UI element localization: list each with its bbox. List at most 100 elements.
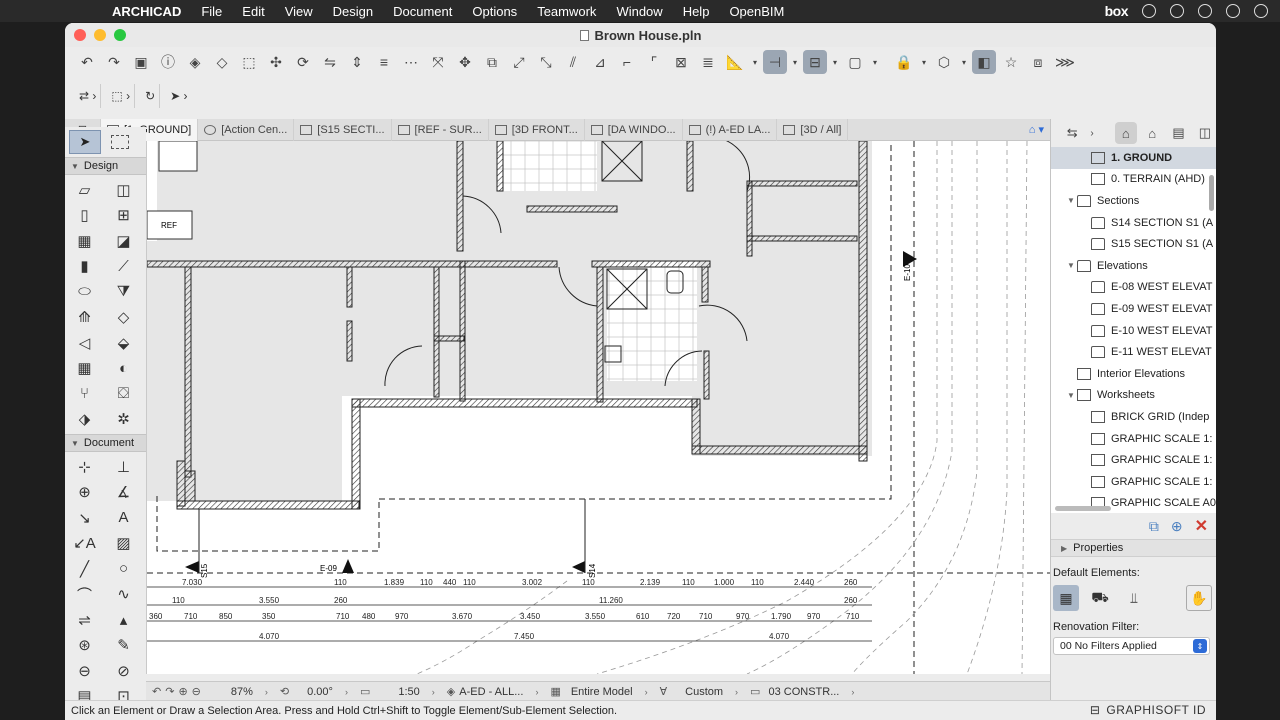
tree-item-graphic-scale-1[interactable]: GRAPHIC SCALE 1: bbox=[1051, 428, 1216, 450]
menu-teamwork[interactable]: Teamwork bbox=[537, 4, 596, 19]
radial-dimension-tool-icon[interactable]: ⊕ bbox=[65, 480, 104, 506]
lock-dropdown-icon[interactable]: ▾ bbox=[919, 50, 929, 74]
shell-tool-icon[interactable]: ◇ bbox=[104, 305, 143, 331]
tree-item-e11[interactable]: E-11 WEST ELEVAT bbox=[1051, 341, 1216, 363]
fill-tool-icon[interactable]: ⬗ bbox=[65, 407, 104, 433]
curtain-wall-tool-icon[interactable]: ▦ bbox=[65, 228, 104, 254]
navigator-sync-icon[interactable]: ⇆ bbox=[1061, 122, 1083, 144]
window-tool-icon[interactable]: ⊞ bbox=[104, 203, 143, 229]
expand-icon[interactable]: ▼ bbox=[1065, 196, 1077, 205]
menu-design[interactable]: Design bbox=[333, 4, 373, 19]
dimension-tool-icon[interactable]: ⊹ bbox=[65, 454, 104, 480]
layout-book-icon[interactable]: ▤ bbox=[1167, 122, 1189, 144]
menu-view[interactable]: View bbox=[285, 4, 313, 19]
beam-tool-icon[interactable]: ⟋ bbox=[104, 254, 143, 280]
door-tool-icon[interactable]: ◫ bbox=[104, 177, 143, 203]
3d-dropdown-icon[interactable]: ▾ bbox=[959, 50, 969, 74]
delete-icon[interactable]: ✕ bbox=[1195, 516, 1208, 536]
chair-tool-icon[interactable]: ⑂ bbox=[65, 381, 104, 407]
column-tool-icon[interactable]: ▯ bbox=[65, 203, 104, 229]
gravity-dropdown-icon[interactable]: ▾ bbox=[830, 50, 840, 74]
stretch-icon[interactable]: ⤢ bbox=[507, 50, 531, 74]
measure-dropdown-icon[interactable]: ▾ bbox=[750, 50, 760, 74]
resize-icon[interactable]: ⤡ bbox=[534, 50, 558, 74]
floor-plan-canvas[interactable]: REF E-10 E-09 S15 S14 7.030 110 1.839 11… bbox=[146, 141, 1050, 674]
mesh-tool-icon[interactable]: ◁ bbox=[65, 330, 104, 356]
tree-item-brick-grid[interactable]: BRICK GRID (Indep bbox=[1051, 406, 1216, 428]
tree-item-graphic-scale-2[interactable]: GRAPHIC SCALE 1: bbox=[1051, 449, 1216, 471]
section-tool-icon[interactable]: ⊖ bbox=[65, 658, 104, 684]
navigate-forward-icon[interactable]: ↷ bbox=[165, 685, 174, 698]
tree-item-graphic-scale-3[interactable]: GRAPHIC SCALE 1: bbox=[1051, 471, 1216, 493]
tab-3d-all[interactable]: [3D / All] bbox=[777, 118, 849, 141]
snap-guides-icon[interactable]: ⊣ bbox=[763, 50, 787, 74]
tab-ref-survey[interactable]: [REF - SUR... bbox=[392, 118, 489, 141]
railing-tool-icon[interactable]: ⛋ bbox=[104, 381, 143, 407]
menu-window[interactable]: Window bbox=[616, 4, 662, 19]
navigate-back-icon[interactable]: ↶ bbox=[152, 685, 161, 698]
tab-da-window[interactable]: [DA WINDO... bbox=[585, 118, 683, 141]
tree-item-s14[interactable]: S14 SECTION S1 (A bbox=[1051, 212, 1216, 234]
menu-help[interactable]: Help bbox=[683, 4, 710, 19]
multiply-icon[interactable]: ⧉ bbox=[480, 50, 504, 74]
graphic-override-field[interactable]: ▭ 03 CONSTR... › bbox=[744, 682, 860, 702]
tree-item-interior-elevations[interactable]: Interior Elevations bbox=[1051, 363, 1216, 385]
chevron-right-icon[interactable]: › bbox=[1087, 122, 1096, 144]
element-settings-icon[interactable]: ✋ bbox=[1186, 585, 1212, 611]
fillet-icon[interactable]: ⌜ bbox=[642, 50, 666, 74]
menu-file[interactable]: File bbox=[201, 4, 222, 19]
mirror-icon[interactable]: ⇋ bbox=[318, 50, 342, 74]
expand-icon[interactable]: ▼ bbox=[1065, 391, 1077, 400]
time-machine-icon[interactable] bbox=[1170, 4, 1184, 18]
polyline-tool-icon[interactable]: ⌒ bbox=[65, 582, 104, 608]
info-icon[interactable]: ⓘ bbox=[156, 50, 180, 74]
graphisoft-id[interactable]: ⊟ GRAPHISOFT ID bbox=[1090, 703, 1206, 717]
suspend-groups-icon[interactable]: ⬚ bbox=[237, 50, 261, 74]
project-map-icon[interactable]: ⌂ bbox=[1114, 122, 1137, 144]
tab-a-ed-layout[interactable]: (!) A-ED LA... bbox=[683, 118, 778, 141]
app-menu[interactable]: ARCHICAD bbox=[112, 4, 181, 19]
control-center-icon[interactable] bbox=[1226, 4, 1240, 18]
arrow-selection-icon[interactable]: ⇄ › bbox=[75, 84, 102, 108]
objects-default-icon[interactable]: ⛟ bbox=[1087, 585, 1113, 611]
stair-tool-icon[interactable]: ⧩ bbox=[104, 279, 143, 305]
favorites-icon[interactable]: ☆ bbox=[999, 50, 1023, 74]
menu-openbim[interactable]: OpenBIM bbox=[729, 4, 784, 19]
snap-dropdown-icon[interactable]: ▾ bbox=[790, 50, 800, 74]
tree-item-elevations[interactable]: ▼ Elevations bbox=[1051, 255, 1216, 277]
ungroup-icon[interactable]: ◇ bbox=[210, 50, 234, 74]
intersect-icon[interactable]: ⌐ bbox=[615, 50, 639, 74]
tab-action-center[interactable]: [Action Cen... bbox=[198, 118, 295, 141]
publish-icon[interactable]: ⧈ bbox=[1026, 50, 1050, 74]
document-section-header[interactable]: ▼ Document bbox=[65, 434, 146, 452]
beam-column-tool-icon[interactable]: ▮ bbox=[65, 254, 104, 280]
redo-icon[interactable]: ↷ bbox=[102, 50, 126, 74]
fill-hatch-tool-icon[interactable]: ▨ bbox=[104, 531, 143, 557]
zoom-field[interactable]: 87% › bbox=[207, 682, 274, 702]
box-logo[interactable]: box bbox=[1105, 3, 1129, 19]
tab-navigator-icon[interactable]: ⌂ ▾ bbox=[1023, 119, 1050, 141]
elevate-icon[interactable]: ⇕ bbox=[345, 50, 369, 74]
figure-tool-icon[interactable]: ▴ bbox=[104, 607, 143, 633]
design-section-header[interactable]: ▼ Design bbox=[65, 157, 146, 175]
slab-tool-icon[interactable]: ⬭ bbox=[65, 279, 104, 305]
undo-icon[interactable]: ↶ bbox=[75, 50, 99, 74]
angle-dimension-tool-icon[interactable]: ∡ bbox=[104, 480, 143, 506]
tree-item-e08[interactable]: E-08 WEST ELEVAT bbox=[1051, 277, 1216, 299]
view-settings-icon[interactable]: ⧉ bbox=[1149, 518, 1159, 535]
move-sub-icon[interactable]: ✥ bbox=[453, 50, 477, 74]
user-icon[interactable] bbox=[1198, 4, 1212, 18]
menu-options[interactable]: Options bbox=[472, 4, 517, 19]
tree-item-ground[interactable]: 1. GROUND bbox=[1051, 147, 1216, 169]
view-dropdown-icon[interactable]: ▾ bbox=[870, 50, 880, 74]
tree-item-e10[interactable]: E-10 WEST ELEVAT bbox=[1051, 320, 1216, 342]
new-view-icon[interactable]: ⊕ bbox=[1171, 518, 1183, 535]
group-icon[interactable]: ◈ bbox=[183, 50, 207, 74]
tab-s15-section[interactable]: [S15 SECTI... bbox=[294, 118, 392, 141]
expand-icon[interactable]: ▼ bbox=[1065, 261, 1077, 270]
menu-edit[interactable]: Edit bbox=[242, 4, 264, 19]
sync-icon[interactable] bbox=[1142, 4, 1156, 18]
offset-icon[interactable]: ⤧ bbox=[426, 50, 450, 74]
scale-field[interactable]: ▭ 1:50 › bbox=[354, 682, 441, 702]
tree-item-sections[interactable]: ▼ Sections bbox=[1051, 190, 1216, 212]
